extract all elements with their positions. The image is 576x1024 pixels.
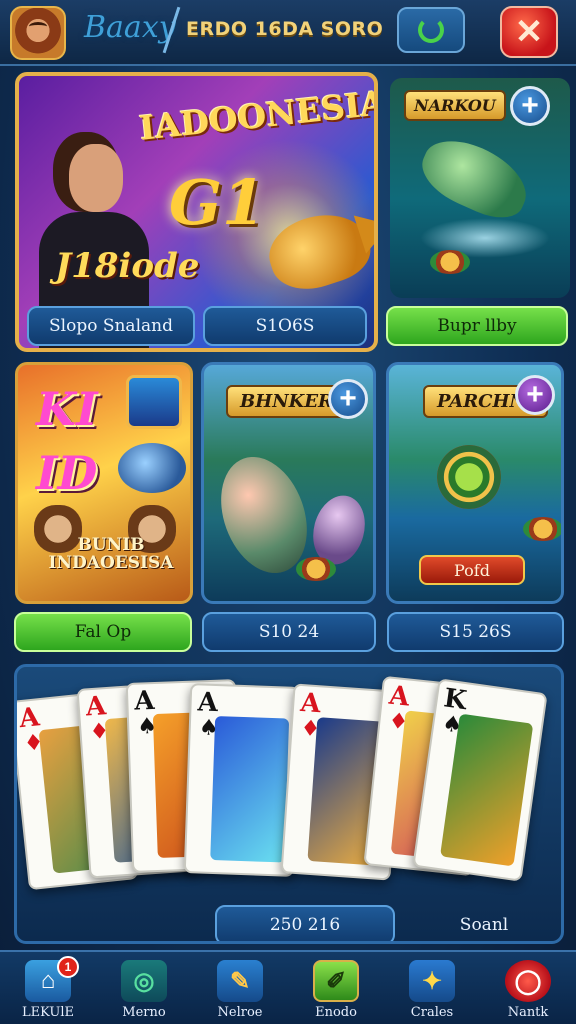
leaping-fish-image xyxy=(412,128,538,228)
close-button[interactable]: ✕ xyxy=(500,6,558,58)
notification-badge: 1 xyxy=(57,956,79,978)
refresh-icon xyxy=(418,17,444,43)
pencil-icon: ✎ xyxy=(217,960,263,1002)
card-rank: A xyxy=(197,687,219,719)
pod-button[interactable]: Pofd xyxy=(419,555,525,585)
card-suit-icon: ♦ xyxy=(22,729,45,757)
card-rank: A xyxy=(299,687,322,720)
featured-left-button[interactable]: Slopo Snaland xyxy=(27,306,195,346)
nav-item-notes[interactable]: ✎ Nelroe xyxy=(195,960,285,1024)
plus-icon[interactable]: + xyxy=(328,379,368,419)
featured-subtitle: J18iode xyxy=(55,246,200,286)
plus-icon[interactable]: + xyxy=(510,86,550,126)
cards-panel: A ♦ A ♦ A ♠ A ♠ A ♦ A ♦ K ♠ 250 216 Soanl xyxy=(14,664,564,944)
slot-game-tile[interactable]: KI ID BUNIB INDAOESISA xyxy=(15,362,193,604)
power-icon: ◯ xyxy=(505,960,551,1002)
header-title: ERDO 16DA SORO xyxy=(186,18,384,40)
featured-number: G1 xyxy=(169,166,266,239)
card-suit-icon: ♠ xyxy=(198,715,219,742)
bottom-navigation: ⌂ 1 LEKUlE ◎ Merno ✎ Nelroe ✐ Enodo ✦ Cr… xyxy=(0,950,576,1024)
fishing-game-tile[interactable]: NARKOU + xyxy=(390,78,570,298)
parchni-price-button[interactable]: S15 26S xyxy=(387,612,564,652)
featured-right-button[interactable]: S1O6S xyxy=(203,306,367,346)
tile-banner: NARKOU xyxy=(404,90,506,121)
card-suit-icon: ♦ xyxy=(88,718,111,746)
brand-logo: Baaxy xyxy=(84,10,176,45)
fish-icon xyxy=(118,443,186,493)
slot-letters: KI ID xyxy=(36,382,98,501)
game-lobby: Baaxy ERDO 16DA SORO ✕ IADOONESIA G1 J18… xyxy=(0,0,576,1024)
nav-item-rank[interactable]: ◯ Nantk xyxy=(483,960,573,1024)
chip-icon xyxy=(437,445,501,509)
card-rank: A xyxy=(84,691,107,723)
parchni-game-tile[interactable]: PARCHNI + Pofd xyxy=(386,362,564,604)
buy-button[interactable]: Bupr llby xyxy=(386,306,568,346)
nav-item-edit[interactable]: ✐ Enodo xyxy=(291,960,381,1024)
card-suit-icon: ♦ xyxy=(387,708,410,736)
chip-icon xyxy=(430,250,470,274)
edit-icon: ✐ xyxy=(313,960,359,1002)
card-art-image xyxy=(210,716,290,863)
drum-icon xyxy=(126,375,182,429)
nav-item-menu[interactable]: ◎ Merno xyxy=(99,960,189,1024)
sound-label[interactable]: Soanl xyxy=(409,907,559,941)
chip-icon xyxy=(523,517,561,541)
close-icon: ✕ xyxy=(514,13,544,51)
card-suit-icon: ♦ xyxy=(299,716,322,743)
play-button[interactable]: Fal Op xyxy=(14,612,192,652)
bunker-price-button[interactable]: S10 24 xyxy=(202,612,376,652)
total-display[interactable]: 250 216 xyxy=(215,905,395,941)
nav-item-home[interactable]: ⌂ 1 LEKUlE xyxy=(3,956,93,1024)
spiral-icon: ◎ xyxy=(121,960,167,1002)
card-suit-icon: ♠ xyxy=(136,713,158,740)
bunker-game-tile[interactable]: BHNKER + xyxy=(201,362,376,604)
card-rank: A xyxy=(17,702,41,735)
nav-item-crates[interactable]: ✦ Crales xyxy=(387,960,477,1024)
card-suit-icon: ♠ xyxy=(440,711,464,739)
avatar-icon[interactable] xyxy=(10,6,66,60)
card-rank: K xyxy=(441,683,469,717)
top-bar: Baaxy ERDO 16DA SORO ✕ xyxy=(0,0,576,66)
card-rank: A xyxy=(387,680,411,713)
refresh-button[interactable] xyxy=(397,7,465,53)
plus-icon[interactable]: + xyxy=(515,375,555,415)
slot-caption: BUNIB INDAOESISA xyxy=(48,535,174,573)
card-rank: A xyxy=(133,685,156,717)
chip-icon xyxy=(296,557,336,581)
star-icon: ✦ xyxy=(409,960,455,1002)
